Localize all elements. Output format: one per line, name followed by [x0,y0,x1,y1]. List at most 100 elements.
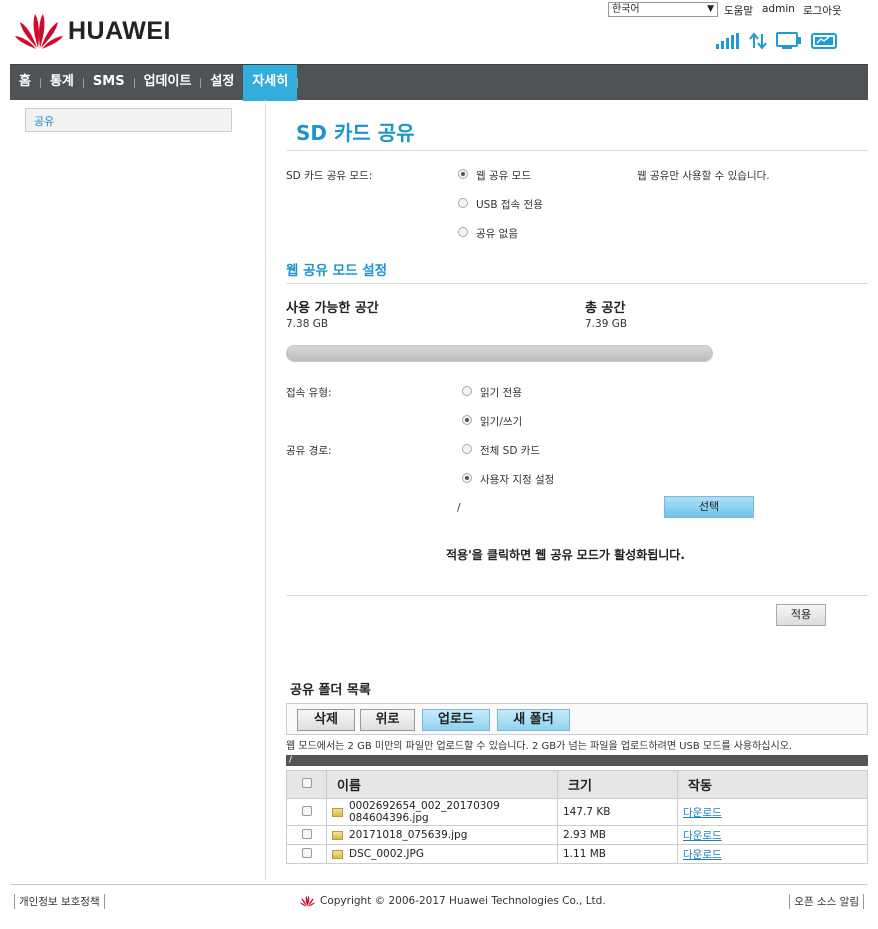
radio-whole-sd-label: 전체 SD 카드 [480,445,541,457]
upload-note: 웹 모드에서는 2 GB 미만의 파일만 업로드할 수 있습니다. 2 GB가 … [286,741,793,752]
radio-whole-sd[interactable] [462,444,472,454]
open-source-link[interactable]: 오픈 소스 알림 [789,894,864,909]
nav-item-home[interactable]: 홈 [10,65,40,101]
page-title: SD 카드 공유 [296,121,415,145]
main-nav: 홈 통계 SMS 업데이트 설정 자세히 [10,64,868,101]
download-cell: 다운로드 [677,798,868,826]
file-name[interactable]: 20171018_075639.jpg [349,829,467,841]
data-transfer-icon [749,32,767,50]
apply-notice: 적용'을 클릭하면 웹 공유 모드가 활성화됩니다. [446,548,685,562]
download-link[interactable]: 다운로드 [683,807,722,819]
language-value: 한국어 [612,4,640,15]
apply-button[interactable]: 적용 [776,604,826,626]
available-space-value: 7.38 GB [286,318,329,330]
total-space-value: 7.39 GB [585,318,628,330]
logout-link[interactable]: 로그아웃 [803,3,842,18]
row-checkbox-cell [286,844,327,864]
download-cell: 다운로드 [677,825,868,845]
column-name-header: 이름 [326,770,558,799]
table-row: DSC_0002.JPG 1.11 MB 다운로드 [286,844,868,864]
language-select[interactable]: 한국어 ▼ [608,2,718,17]
column-size-header: 크기 [557,770,678,799]
row-checkbox[interactable] [301,828,312,839]
download-link[interactable]: 다운로드 [683,849,722,861]
nav-item-statistics[interactable]: 통계 [41,65,83,101]
image-file-icon [332,830,343,840]
available-space-label: 사용 가능한 공간 [286,301,379,316]
divider [286,595,868,596]
file-size: 147.7 KB [557,798,678,826]
row-checkbox[interactable] [301,805,312,816]
select-all-checkbox[interactable] [301,778,312,788]
upload-button[interactable]: 업로드 [422,709,490,731]
chevron-down-icon: ▼ [707,4,714,14]
table-header-row: 이름 크기 작동 [286,770,868,799]
select-all-header [286,770,327,799]
file-name-cell: DSC_0002.JPG [326,844,558,864]
copyright-text: Copyright © 2006-2017 Huawei Technologie… [320,895,606,907]
access-type-label: 접속 유형: [286,387,332,399]
radio-read-only[interactable] [462,386,472,396]
radio-read-write[interactable] [462,415,472,425]
file-table: 이름 크기 작동 0002692654_002_20170309 0846043… [286,770,868,864]
row-checkbox-cell [286,798,327,826]
download-link[interactable]: 다운로드 [683,830,722,842]
radio-usb-only[interactable] [458,198,468,208]
radio-custom-path-label: 사용자 지정 설정 [480,474,555,486]
radio-no-share-label: 공유 없음 [476,228,518,240]
battery-icon [811,33,837,49]
share-mode-hint: 웹 공유만 사용할 수 있습니다. [637,170,770,182]
radio-web-share[interactable] [458,169,468,179]
status-icons [716,32,839,50]
privacy-policy-link[interactable]: 개인정보 보호정책 [14,894,105,909]
select-path-button[interactable]: 선택 [664,496,754,518]
help-link[interactable]: 도움말 [724,3,753,18]
share-mode-label: SD 카드 공유 모드: [286,170,373,182]
image-file-icon [332,807,343,817]
up-button[interactable]: 위로 [360,709,415,731]
web-share-section-title: 웹 공유 모드 설정 [286,263,388,279]
divider [286,283,868,284]
file-name-cell: 0002692654_002_20170309 084604396.jpg [326,798,558,826]
huawei-petal-icon [299,895,316,907]
nav-item-sms[interactable]: SMS [84,65,134,101]
huawei-logo: HUAWEI [14,12,171,50]
copyright: Copyright © 2006-2017 Huawei Technologie… [299,895,606,907]
row-checkbox-cell [286,825,327,845]
new-folder-button[interactable]: 새 폴더 [497,709,570,731]
nav-item-settings[interactable]: 설정 [201,65,243,101]
current-path-bar: / [286,755,868,766]
footer-divider [10,884,868,885]
brand-name: HUAWEI [68,16,171,45]
table-row: 20171018_075639.jpg 2.93 MB 다운로드 [286,825,868,845]
divider [286,150,868,151]
huawei-petal-icon [15,14,63,49]
column-action-header: 작동 [677,770,868,799]
sidebar-divider [265,100,266,880]
file-name[interactable]: 0002692654_002_20170309 084604396.jpg [349,800,509,824]
storage-usage-bar [286,345,713,362]
radio-usb-only-label: USB 접속 전용 [476,199,543,211]
nav-item-update[interactable]: 업데이트 [135,65,201,101]
radio-read-write-label: 읽기/쓰기 [480,416,523,428]
folder-list-title: 공유 폴더 목록 [290,683,371,698]
signal-icon [716,33,739,49]
folder-toolbar: 삭제 위로 업로드 새 폴더 [286,703,868,735]
file-name[interactable]: DSC_0002.JPG [349,848,424,860]
delete-button[interactable]: 삭제 [297,709,355,731]
radio-no-share[interactable] [458,227,468,237]
sidebar-item-sharing[interactable]: 공유 [25,108,232,132]
radio-web-share-label: 웹 공유 모드 [476,170,531,182]
device-icon [776,32,801,49]
file-size: 2.93 MB [557,825,678,845]
user-name: admin [762,3,795,15]
total-space-label: 총 공간 [585,301,626,316]
file-size: 1.11 MB [557,844,678,864]
radio-read-only-label: 읽기 전용 [480,387,522,399]
row-checkbox[interactable] [301,847,312,858]
nav-item-more[interactable]: 자세히 [243,64,298,101]
table-row: 0002692654_002_20170309 084604396.jpg 14… [286,798,868,826]
image-file-icon [332,849,343,859]
radio-custom-path[interactable] [462,473,472,483]
file-name-cell: 20171018_075639.jpg [326,825,558,845]
